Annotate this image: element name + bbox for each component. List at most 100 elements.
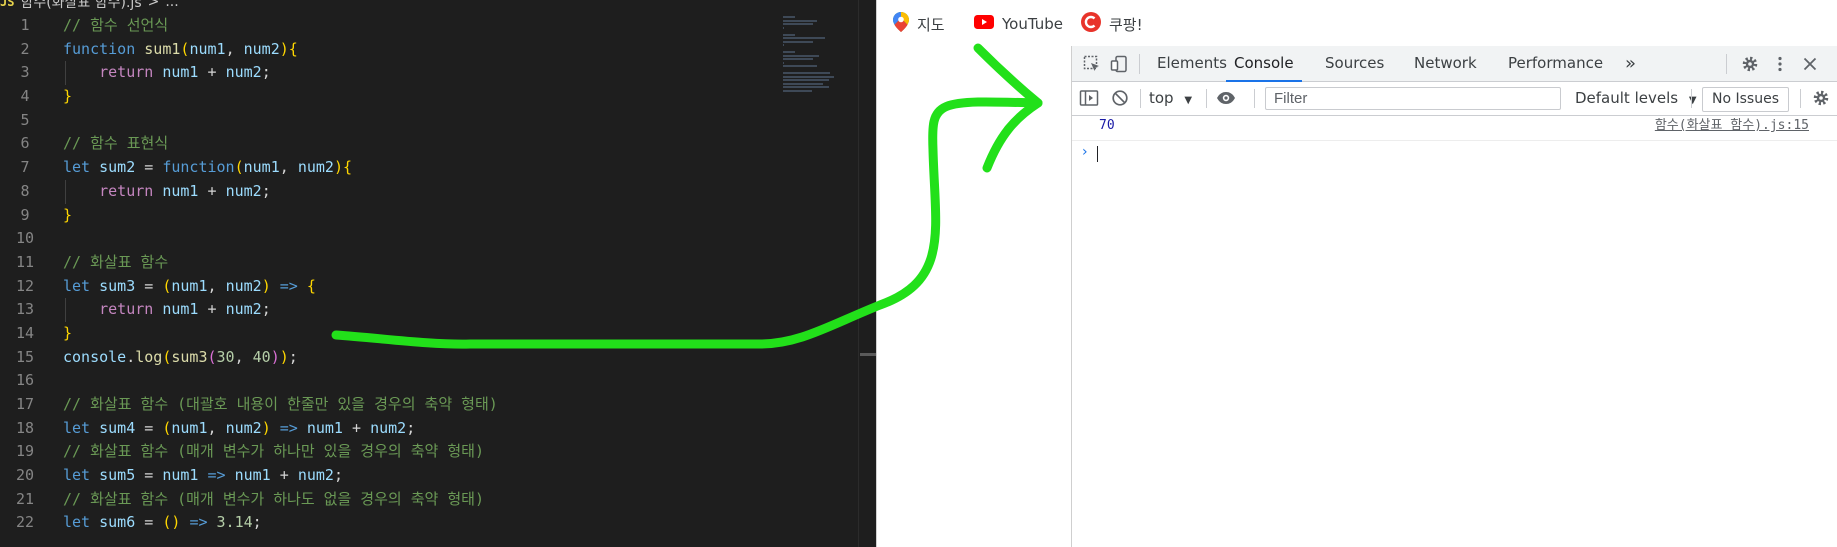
code-line[interactable] xyxy=(63,227,876,251)
breadcrumb-filename[interactable]: 함수(화살표 함수).js xyxy=(20,0,141,12)
code-token: return xyxy=(99,63,154,82)
code-line[interactable]: let sum6 = () => 3.14; xyxy=(63,511,876,535)
code-line[interactable]: let sum3 = (num1, num2) => { xyxy=(63,275,876,299)
minimap-line xyxy=(783,72,830,74)
sidebar-toggle-icon[interactable] xyxy=(1078,87,1100,109)
code-token: num1 xyxy=(306,418,343,437)
code-token: => xyxy=(279,418,298,437)
bookmark-coupang[interactable]: 쿠팡! xyxy=(1081,12,1143,36)
code-token: ) xyxy=(261,276,271,295)
code-token: sum5 xyxy=(99,466,136,485)
code-editor[interactable]: JS 함수(화살표 함수).js > ... 1 2 3 4 5 6 7 8 9 10 11 12 13… xyxy=(0,0,876,547)
live-expression-eye-icon[interactable] xyxy=(1215,87,1237,109)
line-number: 6 xyxy=(20,134,30,153)
tab-sources[interactable]: Sources xyxy=(1325,46,1384,81)
code-line[interactable] xyxy=(63,109,876,133)
minimap-line xyxy=(783,33,795,36)
code-token: ) xyxy=(279,39,289,58)
minimap-line xyxy=(783,23,813,25)
code-token: num2 xyxy=(297,158,334,177)
context-selector[interactable]: top ▼ xyxy=(1149,82,1192,115)
console-source-link[interactable]: 함수(화살표 함수).js:15 xyxy=(1655,116,1809,136)
web-page-content[interactable] xyxy=(877,46,1071,547)
tab-performance[interactable]: Performance xyxy=(1508,46,1603,81)
code-token: num1 xyxy=(162,181,199,200)
code-token: num2 xyxy=(225,276,262,295)
code-line[interactable]: return num1 + num2; xyxy=(63,61,876,85)
toolbar-divider xyxy=(1254,89,1255,108)
minimap[interactable] xyxy=(783,16,858,92)
breadcrumb-more[interactable]: ... xyxy=(165,0,178,10)
code-token: = xyxy=(135,158,163,177)
more-tabs-button[interactable]: » xyxy=(1625,46,1636,81)
prompt-chevron-icon: › xyxy=(1082,144,1088,160)
code-line[interactable]: // 화살표 함수 (대괄호 내용이 한줄만 있을 경우의 축약 형태) xyxy=(63,393,876,417)
code-token: ; xyxy=(261,300,271,319)
code-token: // 함수 선언식 xyxy=(63,16,169,34)
tab-elements[interactable]: Elements xyxy=(1157,46,1227,81)
code-line[interactable]: } xyxy=(63,85,876,109)
code-token: sum3 xyxy=(171,347,208,366)
inspect-element-icon[interactable] xyxy=(1081,53,1103,75)
bookmark-maps[interactable]: 지도 xyxy=(893,12,945,36)
code-line[interactable]: let sum5 = num1 => num1 + num2; xyxy=(63,464,876,488)
console-toolbar: top ▼ Default levels ▼ No Issues xyxy=(1072,82,1837,116)
settings-gear-icon[interactable] xyxy=(1739,53,1761,75)
toolbar-divider xyxy=(1139,54,1140,74)
code-line[interactable]: // 화살표 함수 (매개 변수가 하나만 있을 경우의 축약 형태) xyxy=(63,440,876,464)
line-number: 20 xyxy=(15,466,35,485)
code-line[interactable]: } xyxy=(63,322,876,346)
line-number: 12 xyxy=(15,276,35,295)
line-number: 21 xyxy=(15,489,35,508)
bookmark-youtube[interactable]: YouTube xyxy=(974,12,1063,36)
code-token: num2 xyxy=(225,63,262,82)
code-token: num2 xyxy=(297,466,334,485)
code-token: , xyxy=(234,347,253,366)
code-line[interactable]: // 화살표 함수 xyxy=(63,251,876,275)
issues-button[interactable]: No Issues xyxy=(1702,87,1789,112)
code-line[interactable] xyxy=(63,369,876,393)
maps-pin-icon xyxy=(893,12,909,36)
log-levels-dropdown[interactable]: Default levels ▼ xyxy=(1575,82,1697,115)
code-line[interactable]: } xyxy=(63,204,876,228)
close-icon[interactable] xyxy=(1799,53,1821,75)
console-output[interactable]: 70 함수(화살표 함수).js:15 › xyxy=(1072,116,1837,547)
code-line[interactable]: let sum4 = (num1, num2) => num1 + num2; xyxy=(63,417,876,441)
breadcrumb-separator: > xyxy=(147,0,160,10)
minimap-line xyxy=(783,89,812,92)
code-line[interactable]: return num1 + num2; xyxy=(63,298,876,322)
code-token: num1 xyxy=(162,63,199,82)
minimap-line xyxy=(783,51,795,53)
clear-console-icon[interactable] xyxy=(1109,87,1131,109)
console-filter-input[interactable] xyxy=(1265,87,1561,110)
bookmarks-bar: 지도 YouTube 쿠팡! xyxy=(877,0,1837,46)
tab-console[interactable]: Console xyxy=(1226,46,1302,82)
code-token: console xyxy=(63,347,127,366)
code-line[interactable]: // 화살표 함수 (매개 변수가 하나도 없을 경우의 축약 형태) xyxy=(63,488,876,512)
console-prompt[interactable]: › xyxy=(1072,141,1837,165)
editor-scrollbar-track[interactable] xyxy=(858,0,859,547)
code-token: sum3 xyxy=(99,276,136,295)
code-token: // 화살표 함수 (매개 변수가 하나도 없을 경우의 축약 형태) xyxy=(63,489,485,508)
tab-network[interactable]: Network xyxy=(1414,46,1477,81)
code-token: sum4 xyxy=(99,418,136,437)
code-line[interactable]: // 함수 선언식 xyxy=(63,14,876,38)
console-settings-gear-icon[interactable] xyxy=(1810,87,1832,109)
code-line[interactable]: let sum2 = function(num1, num2){ xyxy=(63,156,876,180)
code-line[interactable]: function sum1(num1, num2){ xyxy=(63,38,876,62)
code-line[interactable]: return num1 + num2; xyxy=(63,179,876,204)
code-lines[interactable]: // 함수 선언식 function sum1(num1, num2){ retu… xyxy=(63,14,876,535)
code-token: num2 xyxy=(225,300,262,319)
code-line[interactable]: console.log(sum3(30, 40)); xyxy=(63,346,876,370)
code-line[interactable]: // 함수 표현식 xyxy=(63,132,876,156)
kebab-menu-icon[interactable] xyxy=(1769,53,1791,75)
code-token: num1 xyxy=(234,466,271,485)
log-levels-label: Default levels xyxy=(1575,89,1679,107)
devtools-tab-bar: Elements Console Sources Network Perform… xyxy=(1072,46,1837,82)
js-file-icon: JS xyxy=(0,0,15,9)
device-toolbar-icon[interactable] xyxy=(1108,53,1130,75)
